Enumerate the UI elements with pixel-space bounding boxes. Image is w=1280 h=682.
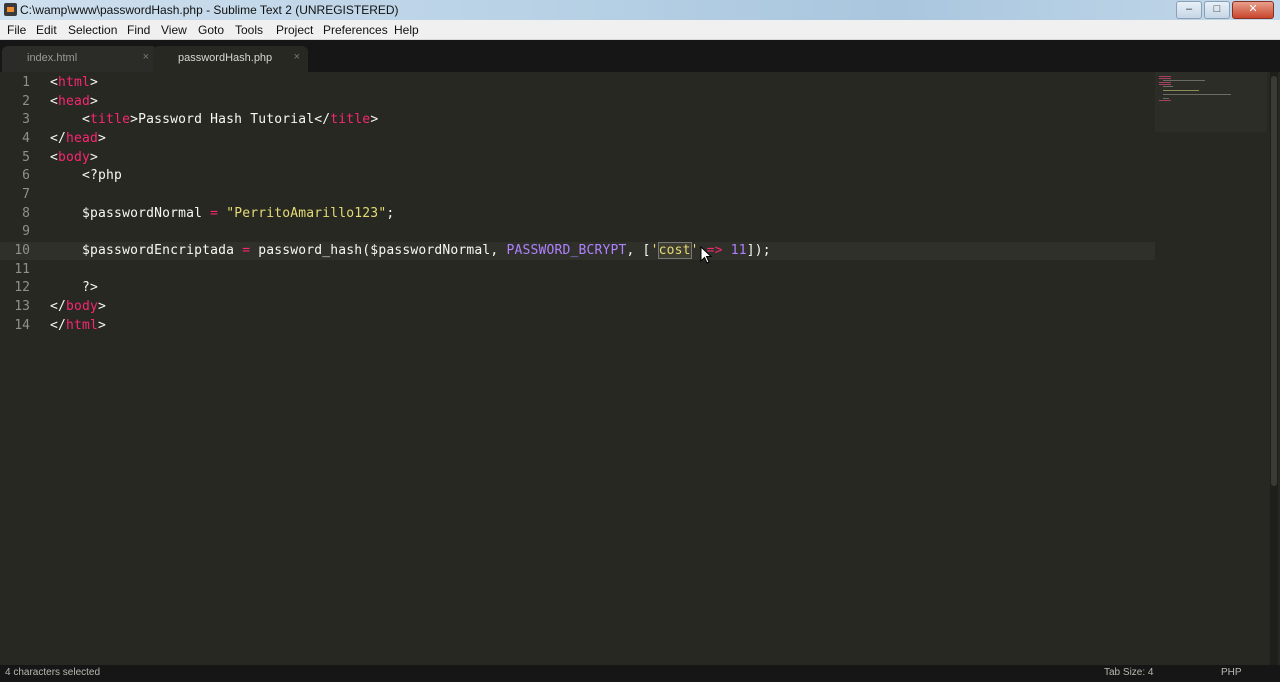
line-number: 13 (14, 299, 30, 314)
code-text: <html> (50, 75, 99, 90)
code-line: 1 <html> (0, 74, 1155, 92)
line-number: 2 (22, 94, 30, 109)
sublime-app-icon (4, 3, 17, 16)
line-number: 12 (14, 280, 30, 295)
code-line: 7 (0, 186, 1155, 204)
mouse-pointer-icon (700, 246, 713, 264)
scrollbar-thumb[interactable] (1271, 76, 1277, 486)
menu-goto[interactable]: Goto (198, 23, 224, 37)
menu-help[interactable]: Help (394, 23, 419, 37)
minimap[interactable] (1155, 72, 1267, 132)
menu-file[interactable]: File (7, 23, 26, 37)
vertical-scrollbar[interactable] (1270, 72, 1278, 665)
tab-close-icon[interactable]: × (294, 51, 300, 63)
code-text: <title>Password Hash Tutorial</title> (82, 112, 379, 127)
line-number: 1 (22, 75, 30, 90)
code-text: </html> (50, 318, 107, 333)
menu-edit[interactable]: Edit (36, 23, 57, 37)
code-line-current: 10 $passwordEncriptada = password_hash($… (0, 242, 1155, 260)
menu-tools[interactable]: Tools (235, 23, 263, 37)
menu-preferences[interactable]: Preferences (323, 23, 388, 37)
line-number: 10 (14, 243, 30, 258)
window-controls: – □ ✕ (1174, 1, 1274, 19)
line-number: 14 (14, 318, 30, 333)
code-text: </body> (50, 299, 107, 314)
line-number: 8 (22, 206, 30, 221)
tab-close-icon[interactable]: × (143, 51, 149, 63)
code-text: ?> (50, 280, 99, 295)
line-number: 4 (22, 131, 30, 146)
status-bar: 4 characters selected Tab Size: 4 PHP (0, 665, 1280, 682)
syntax-indicator[interactable]: PHP (1221, 667, 1242, 678)
window-title: C:\wamp\www\passwordHash.php - Sublime T… (20, 3, 399, 17)
line-number: 7 (22, 187, 30, 202)
code-line: 8 $passwordNormal = "PerritoAmarillo123"… (0, 205, 1155, 223)
code-text: </head> (50, 131, 107, 146)
code-text: <?php (50, 168, 123, 183)
code-line: 5 <body> (0, 149, 1155, 167)
code-line: 4 </head> (0, 130, 1155, 148)
maximize-button[interactable]: □ (1204, 1, 1230, 19)
code-line: 13 </body> (0, 298, 1155, 316)
menu-project[interactable]: Project (276, 23, 313, 37)
tab-label: passwordHash.php (178, 52, 273, 64)
title-bar: C:\wamp\www\passwordHash.php - Sublime T… (0, 0, 1280, 21)
code-line: 14 </html> (0, 317, 1155, 335)
selected-text[interactable]: cost (657, 242, 692, 259)
tab-size-indicator[interactable]: Tab Size: 4 (1104, 667, 1153, 678)
close-button[interactable]: ✕ (1232, 1, 1274, 19)
line-number: 9 (22, 224, 30, 239)
code-line: 12 ?> (0, 279, 1155, 297)
minimize-button[interactable]: – (1176, 1, 1202, 19)
tab-label: index.html (27, 52, 78, 64)
line-number: 6 (22, 168, 30, 183)
line-number: 3 (22, 112, 30, 127)
code-line: 2 <head> (0, 93, 1155, 111)
menu-find[interactable]: Find (127, 23, 150, 37)
menu-bar: File Edit Selection Find View Goto Tools… (0, 20, 1280, 40)
code-text: $passwordNormal = "PerritoAmarillo123"; (82, 206, 395, 221)
code-line: 6 <?php (0, 167, 1155, 185)
code-editor[interactable]: 1 <html> 2 <head> 3 <title>Password Hash… (0, 72, 1270, 665)
tab-index-html[interactable]: index.html × (2, 46, 157, 72)
line-number: 11 (14, 262, 30, 277)
tab-bar: index.html × passwordHash.php × (0, 40, 1280, 72)
menu-selection[interactable]: Selection (68, 23, 117, 37)
line-number: 5 (22, 150, 30, 165)
code-text: <body> (50, 150, 99, 165)
code-text: $passwordEncriptada = password_hash($pas… (82, 242, 771, 259)
tab-passwordhash-php[interactable]: passwordHash.php × (153, 46, 308, 72)
code-line: 9 (0, 223, 1155, 241)
menu-view[interactable]: View (161, 23, 187, 37)
selection-status: 4 characters selected (5, 667, 101, 678)
code-text: <head> (50, 94, 99, 109)
code-line: 11 (0, 261, 1155, 279)
code-line: 3 <title>Password Hash Tutorial</title> (0, 111, 1155, 129)
